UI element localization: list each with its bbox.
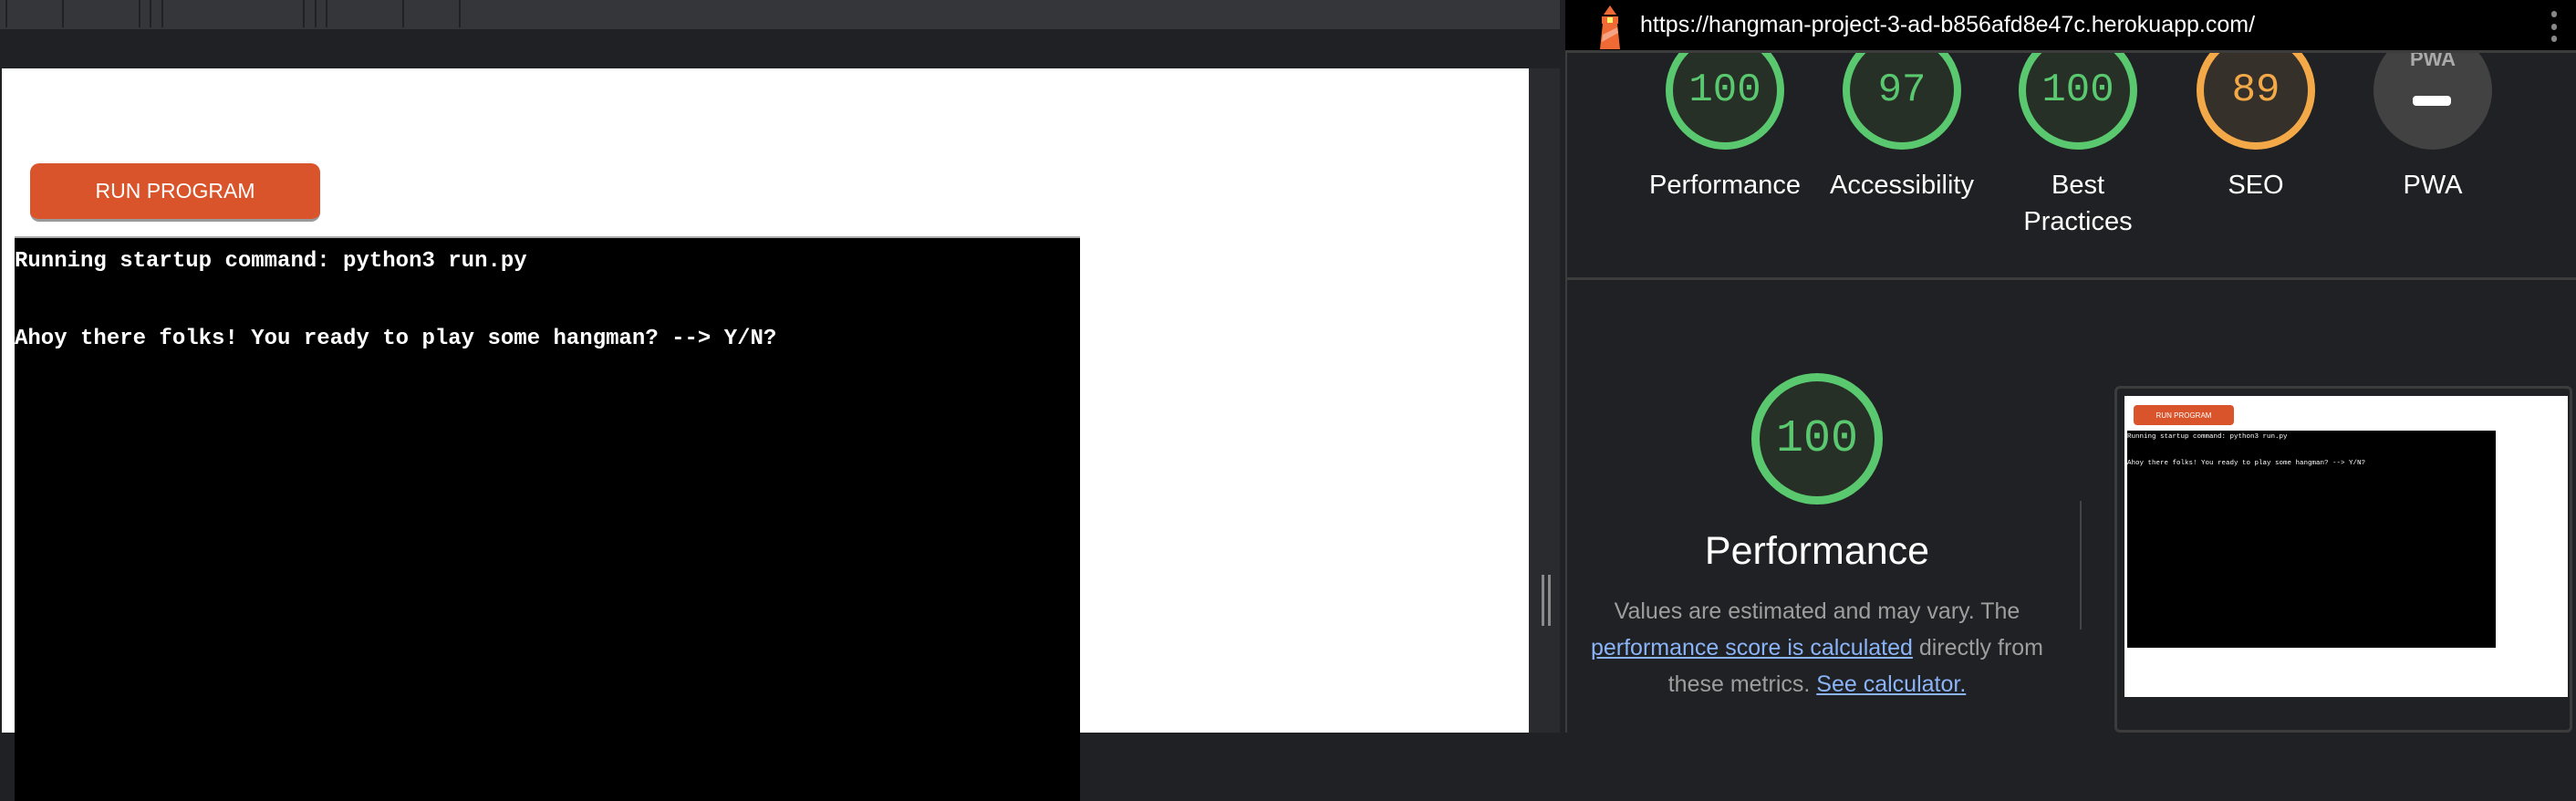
- toolbar-divider: [5, 0, 7, 27]
- performance-description: Values are estimated and may vary. The p…: [1589, 593, 2045, 702]
- toolbar-divider: [459, 0, 461, 27]
- browser-toolbar: [0, 0, 1560, 29]
- thumbnail-terminal-line: Ahoy there folks! You ready to play some…: [2127, 460, 2366, 467]
- performance-title: Performance: [1704, 529, 1930, 573]
- best-practices-label: Best Practices: [2023, 171, 2133, 236]
- thumbnail-run-button: RUN PROGRAM: [2134, 405, 2234, 425]
- score-calculated-link[interactable]: performance score is calculated: [1591, 635, 1913, 661]
- toolbar-divider: [150, 0, 151, 27]
- seo-label: SEO: [2228, 171, 2284, 200]
- replit-preview-pane: RUN PROGRAM Running startup command: pyt…: [0, 0, 1565, 801]
- thumbnail-page: RUN PROGRAM Running startup command: pyt…: [2124, 396, 2568, 697]
- more-options-icon[interactable]: [2550, 11, 2558, 42]
- report-header: https://hangman-project-3-ad-b856afd8e47…: [1567, 0, 2576, 53]
- thumbnail-terminal-line: Running startup command: python3 run.py: [2127, 433, 2288, 441]
- toolbar-divider: [62, 0, 64, 27]
- toolbar-divider: [402, 0, 404, 27]
- dash-icon: [2413, 96, 2451, 106]
- report-url[interactable]: https://hangman-project-3-ad-b856afd8e47…: [1640, 12, 2255, 38]
- toolbar-divider: [326, 0, 327, 27]
- performance-score-gauge: 100: [1751, 373, 1883, 505]
- toolbar-divider: [303, 0, 305, 27]
- toolbar-divider: [139, 0, 140, 27]
- toolbar-divider: [315, 0, 317, 27]
- terminal[interactable]: Running startup command: python3 run.py …: [15, 236, 1080, 801]
- run-program-button[interactable]: RUN PROGRAM: [30, 163, 320, 222]
- performance-label: Performance: [1648, 171, 1801, 200]
- section-divider: [1567, 277, 2576, 280]
- lighthouse-icon: [1600, 5, 1620, 49]
- thumbnail-terminal: Running startup command: python3 run.py …: [2127, 431, 2496, 648]
- see-calculator-link[interactable]: See calculator.: [1816, 671, 1966, 697]
- scrollbar[interactable]: [1529, 68, 1560, 733]
- description-text: Values are estimated and may vary. The: [1614, 598, 2020, 624]
- pane-resize-handle[interactable]: [1542, 575, 1551, 626]
- terminal-line: Running startup command: python3 run.py: [15, 249, 527, 274]
- vertical-divider: [2080, 501, 2082, 629]
- web-page: RUN PROGRAM Running startup command: pyt…: [2, 68, 1529, 801]
- accessibility-label: Accessibility: [1830, 171, 1974, 200]
- toolbar-divider: [161, 0, 163, 27]
- pwa-label: PWA: [2403, 171, 2463, 200]
- final-screenshot-thumbnail[interactable]: RUN PROGRAM Running startup command: pyt…: [2114, 386, 2572, 733]
- terminal-line: Ahoy there folks! You ready to play some…: [15, 327, 777, 351]
